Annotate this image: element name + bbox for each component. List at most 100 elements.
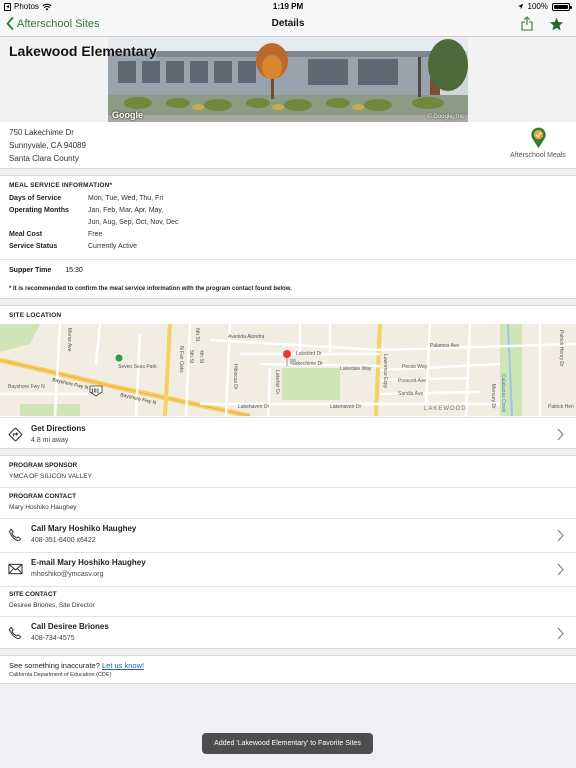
address-county: Santa Clara County bbox=[9, 154, 79, 163]
map-illustration: Avenida Alondra Lakebird Dr Lakechime Dr… bbox=[0, 324, 576, 416]
site-map[interactable]: Avenida Alondra Lakebird Dr Lakechime Dr… bbox=[0, 324, 576, 416]
chevron-right-icon bbox=[557, 563, 564, 576]
call-program-contact-row[interactable]: Call Mary Hoshiko Haughey 408-351-6400 x… bbox=[0, 518, 576, 552]
meal-service-section: MEAL SERVICE INFORMATION* Days of Servic… bbox=[0, 175, 576, 299]
phone-icon bbox=[8, 528, 22, 542]
get-directions-row[interactable]: Get Directions 4.8 mi away bbox=[0, 417, 576, 450]
share-icon[interactable] bbox=[521, 16, 533, 31]
status-right: 100% bbox=[517, 2, 572, 11]
map-label-lakedale: Lakedale Way bbox=[340, 366, 372, 372]
program-contact-heading: PROGRAM CONTACT bbox=[9, 493, 77, 500]
battery-percent: 100% bbox=[527, 2, 548, 11]
directions-distance: 4.8 mi away bbox=[31, 437, 69, 444]
favorite-added-toast: Added 'Lakewood Elementary' to Favorite … bbox=[202, 733, 373, 754]
operating-months-row-2: Jun, Aug, Sep, Oct, Nov, Dec bbox=[9, 217, 567, 229]
meal-cost-row: Meal Cost Free bbox=[9, 229, 567, 241]
street-view-image[interactable]: Google © Google, Inc bbox=[108, 37, 468, 122]
call-program-contact-number: 408-351-6400 x6422 bbox=[31, 537, 96, 544]
divider bbox=[0, 586, 576, 587]
map-label-calabazas: Calabazas Creek bbox=[500, 374, 506, 413]
map-label-lawrence: Lawrence Expy bbox=[382, 354, 388, 389]
map-label-st5: 5th St bbox=[188, 350, 194, 364]
service-status-row: Service Status Currently Active bbox=[9, 241, 567, 253]
address-lines: 750 Lakechime Dr Sunnyvale, CA 94089 San… bbox=[9, 126, 86, 165]
address-block: 750 Lakechime Dr Sunnyvale, CA 94089 San… bbox=[0, 122, 576, 169]
meal-cost-label: Meal Cost bbox=[9, 231, 43, 238]
map-label-park: Seven Seas Park bbox=[118, 364, 157, 370]
meal-cost-value: Free bbox=[88, 231, 103, 238]
operating-months-label: Operating Months bbox=[9, 207, 69, 214]
site-contact-heading: SITE CONTACT bbox=[9, 591, 57, 598]
address-line1: 750 Lakechime Dr bbox=[9, 128, 74, 137]
feedback-question: See something inaccurate? bbox=[9, 661, 100, 670]
feedback-line: See something inaccurate? Let us know! bbox=[9, 661, 144, 670]
directions-title: Get Directions bbox=[31, 424, 86, 433]
map-label-prescott: Prescott Ave bbox=[398, 378, 426, 384]
days-of-service-value: Mon, Tue, Wed, Thu, Fri bbox=[88, 195, 164, 202]
program-sponsor-heading: PROGRAM SPONSOR bbox=[9, 462, 78, 469]
site-name: Lakewood Elementary bbox=[9, 43, 157, 59]
divider bbox=[0, 259, 576, 260]
map-label-fairoaks: N Fair Oaks bbox=[178, 346, 184, 373]
map-label-lakehaven-2: Lakehaven Dr bbox=[330, 404, 361, 410]
map-label-sandia: Sandia Ave bbox=[398, 391, 423, 397]
directions-icon bbox=[8, 427, 23, 442]
status-bar: ◂ Photos 1:19 PM 100% bbox=[0, 0, 576, 13]
favorite-star-icon[interactable] bbox=[549, 17, 564, 31]
email-program-contact-row[interactable]: E-mail Mary Hoshiko Haughey mhoshiko@ymc… bbox=[0, 552, 576, 586]
call-program-contact-title: Call Mary Hoshiko Haughey bbox=[31, 524, 137, 533]
battery-level bbox=[554, 4, 568, 9]
street-view-copyright: © Google, Inc bbox=[427, 114, 464, 120]
map-label-lakehaven: Lakehaven Dr bbox=[238, 404, 269, 410]
status-time: 1:19 PM bbox=[272, 2, 304, 11]
nav-actions bbox=[521, 16, 564, 31]
feedback-footer: See something inaccurate? Let us know! C… bbox=[0, 655, 576, 684]
call-site-contact-row[interactable]: Call Desiree Briones 408-734-4575 bbox=[0, 616, 576, 650]
chevron-right-icon bbox=[557, 529, 564, 542]
map-label-area: LAKEWOOD bbox=[424, 406, 467, 412]
site-hero: Lakewood Elementary Google © Google, Inc bbox=[0, 37, 576, 122]
operating-months-row: Operating Months Jan, Feb, Mar, Apr, May… bbox=[9, 205, 567, 217]
location-arrow-icon bbox=[517, 3, 523, 10]
map-label-lakechime: Lakechime Dr bbox=[292, 361, 323, 367]
page-title: Details bbox=[271, 18, 305, 29]
service-status-value: Currently Active bbox=[88, 243, 138, 250]
operating-months-line2: Jun, Aug, Sep, Oct, Nov, Dec bbox=[88, 219, 179, 226]
site-location-section: SITE LOCATION Avenida Alondra Lakebird D… bbox=[0, 305, 576, 449]
map-label-st4: 4th St bbox=[198, 350, 204, 364]
days-of-service-label: Days of Service bbox=[9, 195, 62, 202]
program-contact-value: Mary Hoshiko Haughey bbox=[9, 504, 77, 511]
map-label-lakebird: Lakebird Dr bbox=[296, 351, 322, 357]
map-label-bayshore-left: Bayshore Fwy N bbox=[8, 384, 45, 390]
afterschool-meals-logo: Afterschool Meals bbox=[508, 127, 568, 159]
program-sponsor-value: YMCA OF SILICON VALLEY bbox=[9, 473, 92, 480]
days-of-service-row: Days of Service Mon, Tue, Wed, Thu, Fri bbox=[9, 193, 567, 205]
email-program-contact-address: mhoshiko@ymcasv.org bbox=[31, 571, 104, 578]
battery-icon bbox=[552, 2, 572, 11]
chevron-right-icon bbox=[557, 428, 564, 441]
street-view-illustration bbox=[108, 37, 468, 122]
map-label-aveniva: Avenida Alondra bbox=[228, 334, 265, 340]
map-label-st6: 6th St bbox=[194, 328, 200, 342]
park-icon bbox=[115, 354, 123, 362]
service-status-label: Service Status bbox=[9, 243, 58, 250]
map-label-patrick2: Patrick Hen bbox=[548, 404, 574, 410]
chevron-right-icon bbox=[557, 627, 564, 640]
map-label-palamos: Palamos Ave bbox=[430, 343, 459, 349]
feedback-link[interactable]: Let us know! bbox=[102, 661, 144, 670]
supper-time-value: 15:30 bbox=[65, 267, 83, 274]
meal-service-note: * It is recommended to confirm the meal … bbox=[9, 286, 292, 292]
map-label-shield: 101 bbox=[91, 389, 100, 395]
email-program-contact-title: E-mail Mary Hoshiko Haughey bbox=[31, 558, 146, 567]
navigation-bar: Afterschool Sites Details bbox=[0, 13, 576, 37]
operating-months-line1: Jan, Feb, Mar, Apr, May, bbox=[88, 207, 164, 214]
address-line2: Sunnyvale, CA 94089 bbox=[9, 141, 86, 150]
map-label-morse: Morse Ave bbox=[66, 328, 72, 352]
map-label-madrid: Mercury Dr bbox=[490, 384, 496, 409]
apple-map-pin-icon bbox=[530, 127, 546, 149]
map-label-pecos: Pecos Way bbox=[402, 364, 428, 370]
map-label-hibiscus: Hibiscus Dr bbox=[232, 364, 238, 390]
envelope-icon bbox=[8, 563, 23, 575]
afterschool-meals-label: Afterschool Meals bbox=[510, 152, 566, 159]
data-source: California Department of Education (CDE) bbox=[9, 672, 112, 678]
